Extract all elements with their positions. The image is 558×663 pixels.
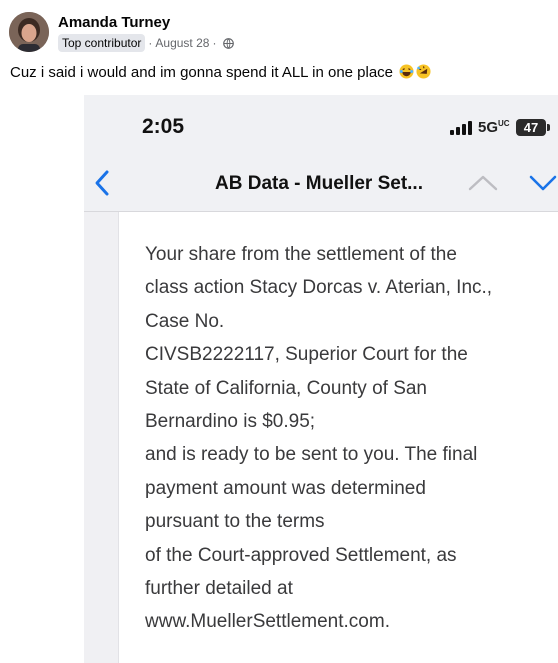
- laughing-tears-emoji: [399, 64, 414, 79]
- meta-separator: ·: [148, 36, 153, 50]
- chevron-up-icon[interactable]: [467, 173, 499, 193]
- message-line: class action Stacy Dorcas v. Aterian, In…: [145, 277, 493, 299]
- network-label: 5GUC: [478, 119, 510, 136]
- message-line: CIVSB2222117, Superior Court for the: [145, 344, 468, 366]
- status-time: 2:05: [142, 115, 185, 138]
- contributor-badge[interactable]: Top contributor: [58, 34, 146, 52]
- shared-screenshot[interactable]: 2:05 5GUC 47 AB Data - Mueller Set... Yo…: [84, 95, 558, 663]
- network-suffix: UC: [498, 119, 510, 128]
- mail-nav-bar: AB Data - Mueller Set...: [84, 155, 558, 212]
- chevron-left-icon[interactable]: [92, 169, 112, 197]
- status-bar: 2:05 5GUC 47: [84, 95, 558, 155]
- signal-icon: [450, 121, 472, 135]
- message-line: Case No.: [145, 310, 225, 332]
- message-line: further detailed at: [145, 578, 293, 600]
- caption-text: Cuz i said i would and im gonna spend it…: [10, 64, 394, 81]
- network-type: 5G: [478, 119, 499, 136]
- message-line: and is ready to be sent to you. The fina…: [145, 444, 478, 466]
- chevron-down-icon[interactable]: [528, 173, 558, 193]
- message-line: of the Court-approved Settlement, as: [145, 544, 457, 566]
- post-meta: Top contributor · August 28 ·: [58, 34, 235, 52]
- meta-separator-2: ·: [212, 36, 217, 50]
- settlement-link[interactable]: www.MuellerSettlement.com.: [145, 605, 545, 638]
- post-header: Amanda Turney Top contributor · August 2…: [0, 0, 558, 95]
- avatar-image: [9, 12, 49, 52]
- rolling-laughing-emoji: [416, 64, 431, 79]
- message-line: State of California, County of San: [145, 377, 427, 399]
- message-line: Your share from the settlement of the: [145, 244, 457, 265]
- battery-level: 47: [516, 119, 546, 136]
- email-body: Your share from the settlement of the cl…: [118, 212, 558, 663]
- post-caption: Cuz i said i would and im gonna spend it…: [10, 64, 431, 81]
- message-line: Bernardino is $0.95;: [145, 411, 316, 433]
- post-date[interactable]: August 28: [155, 36, 209, 50]
- message-line: payment amount was determined: [145, 477, 426, 499]
- avatar[interactable]: [9, 12, 49, 52]
- globe-icon[interactable]: [223, 37, 235, 49]
- battery-tip: [547, 124, 550, 131]
- author-name[interactable]: Amanda Turney: [58, 14, 170, 31]
- email-subject: AB Data - Mueller Set...: [215, 173, 423, 194]
- message-line: pursuant to the terms: [145, 511, 325, 533]
- email-message: Your share from the settlement of the cl…: [145, 238, 545, 639]
